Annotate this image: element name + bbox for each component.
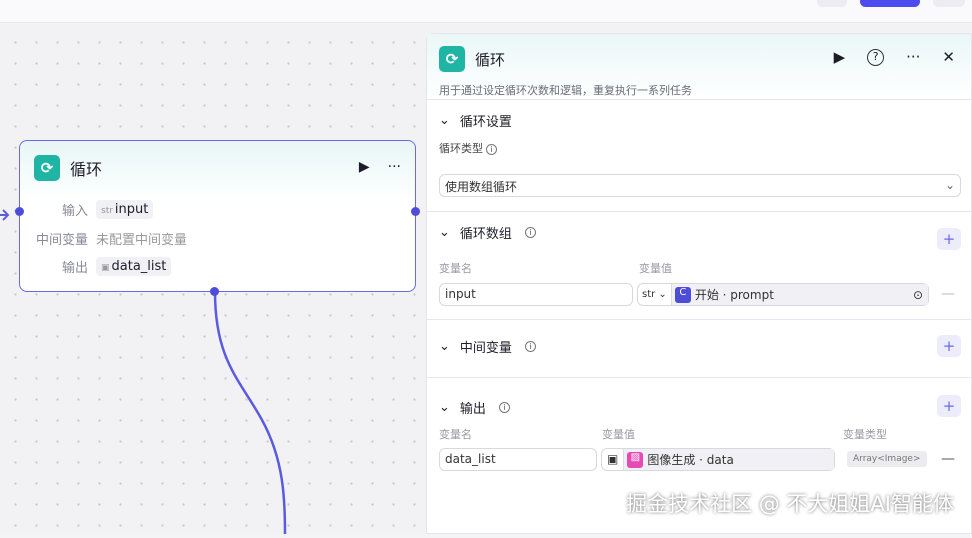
- chevron-down-icon: ⌄: [439, 399, 450, 415]
- add-array-button[interactable]: +: [937, 228, 961, 250]
- image-icon: ▣: [602, 449, 625, 470]
- caption: 变量名: [439, 428, 472, 441]
- loop-icon: ⟳: [34, 155, 60, 181]
- row-label: 中间变量: [35, 233, 88, 248]
- more-icon[interactable]: ···: [388, 159, 401, 175]
- run-icon[interactable]: ▶: [359, 159, 370, 175]
- caption: 变量类型: [843, 428, 887, 441]
- input-tag: str input: [96, 200, 154, 219]
- loop-type-select[interactable]: 使用数组循环 ⌄: [439, 174, 961, 197]
- output-name-input[interactable]: data_list: [439, 448, 597, 471]
- toolbar-button[interactable]: [933, 0, 965, 7]
- field-label: 循环类型: [439, 142, 483, 155]
- caption: 变量名: [439, 262, 472, 275]
- close-icon[interactable]: ✕: [942, 48, 955, 66]
- input-port[interactable]: [15, 207, 24, 216]
- toolbar-button[interactable]: [817, 0, 847, 7]
- image-gen-icon: ▨: [627, 451, 644, 468]
- row-label: 输入: [61, 204, 88, 219]
- section-title: 中间变量: [459, 340, 512, 356]
- section-title: 输出: [459, 401, 486, 417]
- type-select[interactable]: str ⌄: [638, 284, 672, 305]
- array-value-input[interactable]: str ⌄ C 开始 · prompt ⊙: [637, 283, 929, 306]
- loop-node[interactable]: ⟳ 循环 ▶ ··· 输入 str input 中间变量 未配置中间变量 输出 ▣ data_…: [15, 140, 420, 296]
- publish-button[interactable]: [860, 0, 920, 7]
- ref-value: 开始 · prompt: [694, 288, 774, 302]
- remove-button[interactable]: —: [941, 451, 955, 467]
- add-intermediate-button[interactable]: +: [937, 335, 961, 357]
- bottom-port[interactable]: [210, 287, 219, 296]
- chevron-down-icon: ⌄: [439, 224, 450, 240]
- info-icon: i: [524, 226, 536, 238]
- ref-value: 图像生成 · data: [647, 453, 734, 467]
- info-icon: i: [524, 340, 536, 352]
- output-value-input[interactable]: ▣ ▨ 图像生成 · data: [601, 448, 835, 471]
- image-icon: ▣: [101, 263, 110, 273]
- node-title: 循环: [70, 160, 103, 179]
- node-settings-panel: ⟳ 循环 用于通过设定循环次数和逻辑，重复执行一系列任务 ▶? ··· ✕ ⌄ 循环设置…: [426, 33, 972, 534]
- chevron-down-icon: ⌄: [439, 112, 450, 128]
- caption: 变量值: [602, 428, 635, 441]
- help-icon[interactable]: ?: [867, 48, 885, 66]
- variable-picker-icon: ⊙: [912, 287, 923, 302]
- info-icon: i: [498, 401, 510, 413]
- output-port[interactable]: [411, 207, 420, 216]
- add-output-button[interactable]: +: [937, 395, 961, 417]
- watermark: 掘金技术社区 @ 不大姐姐AI智能体: [626, 492, 954, 516]
- chevron-down-icon: ⌄: [944, 178, 955, 192]
- section-title: 循环设置: [459, 114, 512, 130]
- array-name-input[interactable]: input: [439, 283, 633, 306]
- chevron-down-icon: ⌄: [439, 338, 450, 354]
- more-icon[interactable]: ···: [906, 48, 920, 66]
- intermediate-value: 未配置中间变量: [96, 233, 188, 248]
- loop-icon: ⟳: [439, 46, 465, 72]
- var-type-badge: Array<Image>: [847, 451, 927, 467]
- remove-button[interactable]: —: [941, 286, 955, 302]
- output-tag: ▣ data_list: [96, 257, 172, 276]
- caption: 变量值: [639, 262, 672, 275]
- row-label: 输出: [61, 261, 88, 276]
- section-title: 循环数组: [459, 226, 512, 242]
- info-icon: i: [486, 144, 497, 155]
- panel-title: 循环: [475, 50, 506, 69]
- panel-description: 用于通过设定循环次数和逻辑，重复执行一系列任务: [439, 84, 692, 97]
- start-node-icon: C: [674, 286, 691, 303]
- run-icon[interactable]: ▶: [834, 48, 846, 66]
